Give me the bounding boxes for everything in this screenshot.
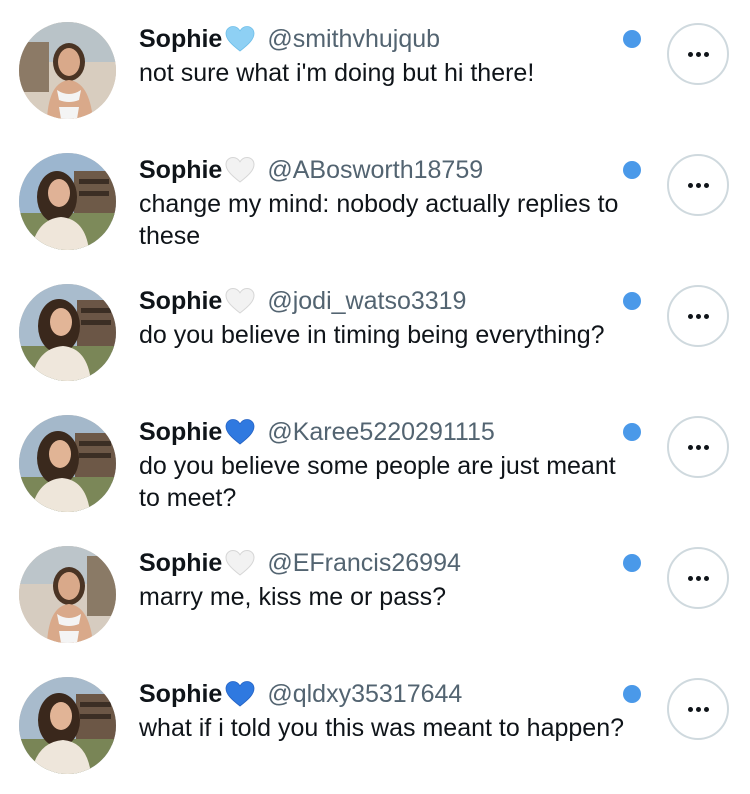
- more-options-button[interactable]: [667, 416, 729, 478]
- ellipsis-icon: [687, 182, 709, 188]
- avatar[interactable]: [19, 546, 116, 643]
- unread-indicator: [623, 423, 641, 441]
- profile-photo-icon: [19, 284, 116, 381]
- display-name[interactable]: Sophie: [139, 25, 222, 54]
- unread-indicator: [623, 685, 641, 703]
- item-header: Sophie @EFrancis26994: [139, 546, 649, 580]
- item-content: Sophie @qldxy35317644 what if i told you…: [139, 677, 649, 744]
- list-item[interactable]: Sophie @EFrancis26994 marry me, kiss me …: [0, 524, 750, 655]
- white-heart-icon: [225, 156, 255, 184]
- blue-heart-icon: [225, 680, 255, 708]
- more-options-button[interactable]: [667, 285, 729, 347]
- message-text: not sure what i'm doing but hi there!: [139, 59, 535, 87]
- list-item[interactable]: Sophie @ABosworth18759 change my mind: n…: [0, 131, 750, 262]
- profile-photo-icon: [19, 153, 116, 250]
- username-handle[interactable]: @smithvhujqub: [267, 25, 440, 54]
- more-options-button[interactable]: [667, 547, 729, 609]
- profile-photo-icon: [19, 546, 116, 643]
- display-name[interactable]: Sophie: [139, 680, 222, 709]
- unread-indicator: [623, 30, 641, 48]
- unread-indicator: [623, 554, 641, 572]
- more-options-button[interactable]: [667, 23, 729, 85]
- blue-heart-icon: [225, 418, 255, 446]
- username-handle[interactable]: @qldxy35317644: [267, 680, 462, 709]
- ellipsis-icon: [687, 706, 709, 712]
- message-text: do you believe some people are just mean…: [139, 452, 616, 512]
- list-item[interactable]: Sophie @jodi_watso3319 do you believe in…: [0, 262, 750, 393]
- display-name[interactable]: Sophie: [139, 418, 222, 447]
- white-heart-icon: [225, 287, 255, 315]
- item-content: Sophie @EFrancis26994 marry me, kiss me …: [139, 546, 649, 613]
- avatar[interactable]: [19, 677, 116, 774]
- unread-indicator: [623, 161, 641, 179]
- profile-photo-icon: [19, 677, 116, 774]
- avatar[interactable]: [19, 22, 116, 119]
- item-content: Sophie @ABosworth18759 change my mind: n…: [139, 153, 649, 252]
- light-blue-heart-icon: [225, 25, 255, 53]
- list-item[interactable]: Sophie @qldxy35317644 what if i told you…: [0, 655, 750, 786]
- avatar[interactable]: [19, 284, 116, 381]
- item-header: Sophie @qldxy35317644: [139, 677, 649, 711]
- username-handle[interactable]: @Karee5220291115: [267, 418, 494, 447]
- item-content: Sophie @smithvhujqub not sure what i'm d…: [139, 22, 649, 89]
- unread-indicator: [623, 292, 641, 310]
- message-text: do you believe in timing being everythin…: [139, 321, 605, 349]
- username-handle[interactable]: @ABosworth18759: [267, 156, 483, 185]
- item-content: Sophie @jodi_watso3319 do you believe in…: [139, 284, 649, 351]
- avatar[interactable]: [19, 153, 116, 250]
- message-text: marry me, kiss me or pass?: [139, 583, 447, 611]
- white-heart-icon: [225, 549, 255, 577]
- more-options-button[interactable]: [667, 154, 729, 216]
- ellipsis-icon: [687, 51, 709, 57]
- list-item[interactable]: Sophie @smithvhujqub not sure what i'm d…: [0, 0, 750, 131]
- avatar[interactable]: [19, 415, 116, 512]
- item-header: Sophie @Karee5220291115: [139, 415, 649, 449]
- ellipsis-icon: [687, 313, 709, 319]
- ellipsis-icon: [687, 444, 709, 450]
- display-name[interactable]: Sophie: [139, 287, 222, 316]
- username-handle[interactable]: @EFrancis26994: [267, 549, 461, 578]
- item-header: Sophie @jodi_watso3319: [139, 284, 649, 318]
- profile-photo-icon: [19, 22, 116, 119]
- item-content: Sophie @Karee5220291115 do you believe s…: [139, 415, 649, 514]
- item-header: Sophie @smithvhujqub: [139, 22, 649, 56]
- item-header: Sophie @ABosworth18759: [139, 153, 649, 187]
- more-options-button[interactable]: [667, 678, 729, 740]
- display-name[interactable]: Sophie: [139, 156, 222, 185]
- message-text: change my mind: nobody actually replies …: [139, 190, 619, 250]
- ellipsis-icon: [687, 575, 709, 581]
- account-list: Sophie @smithvhujqub not sure what i'm d…: [0, 0, 750, 794]
- profile-photo-icon: [19, 415, 116, 512]
- list-item[interactable]: Sophie @Karee5220291115 do you believe s…: [0, 393, 750, 524]
- message-text: what if i told you this was meant to hap…: [139, 714, 625, 742]
- display-name[interactable]: Sophie: [139, 549, 222, 578]
- username-handle[interactable]: @jodi_watso3319: [267, 287, 466, 316]
